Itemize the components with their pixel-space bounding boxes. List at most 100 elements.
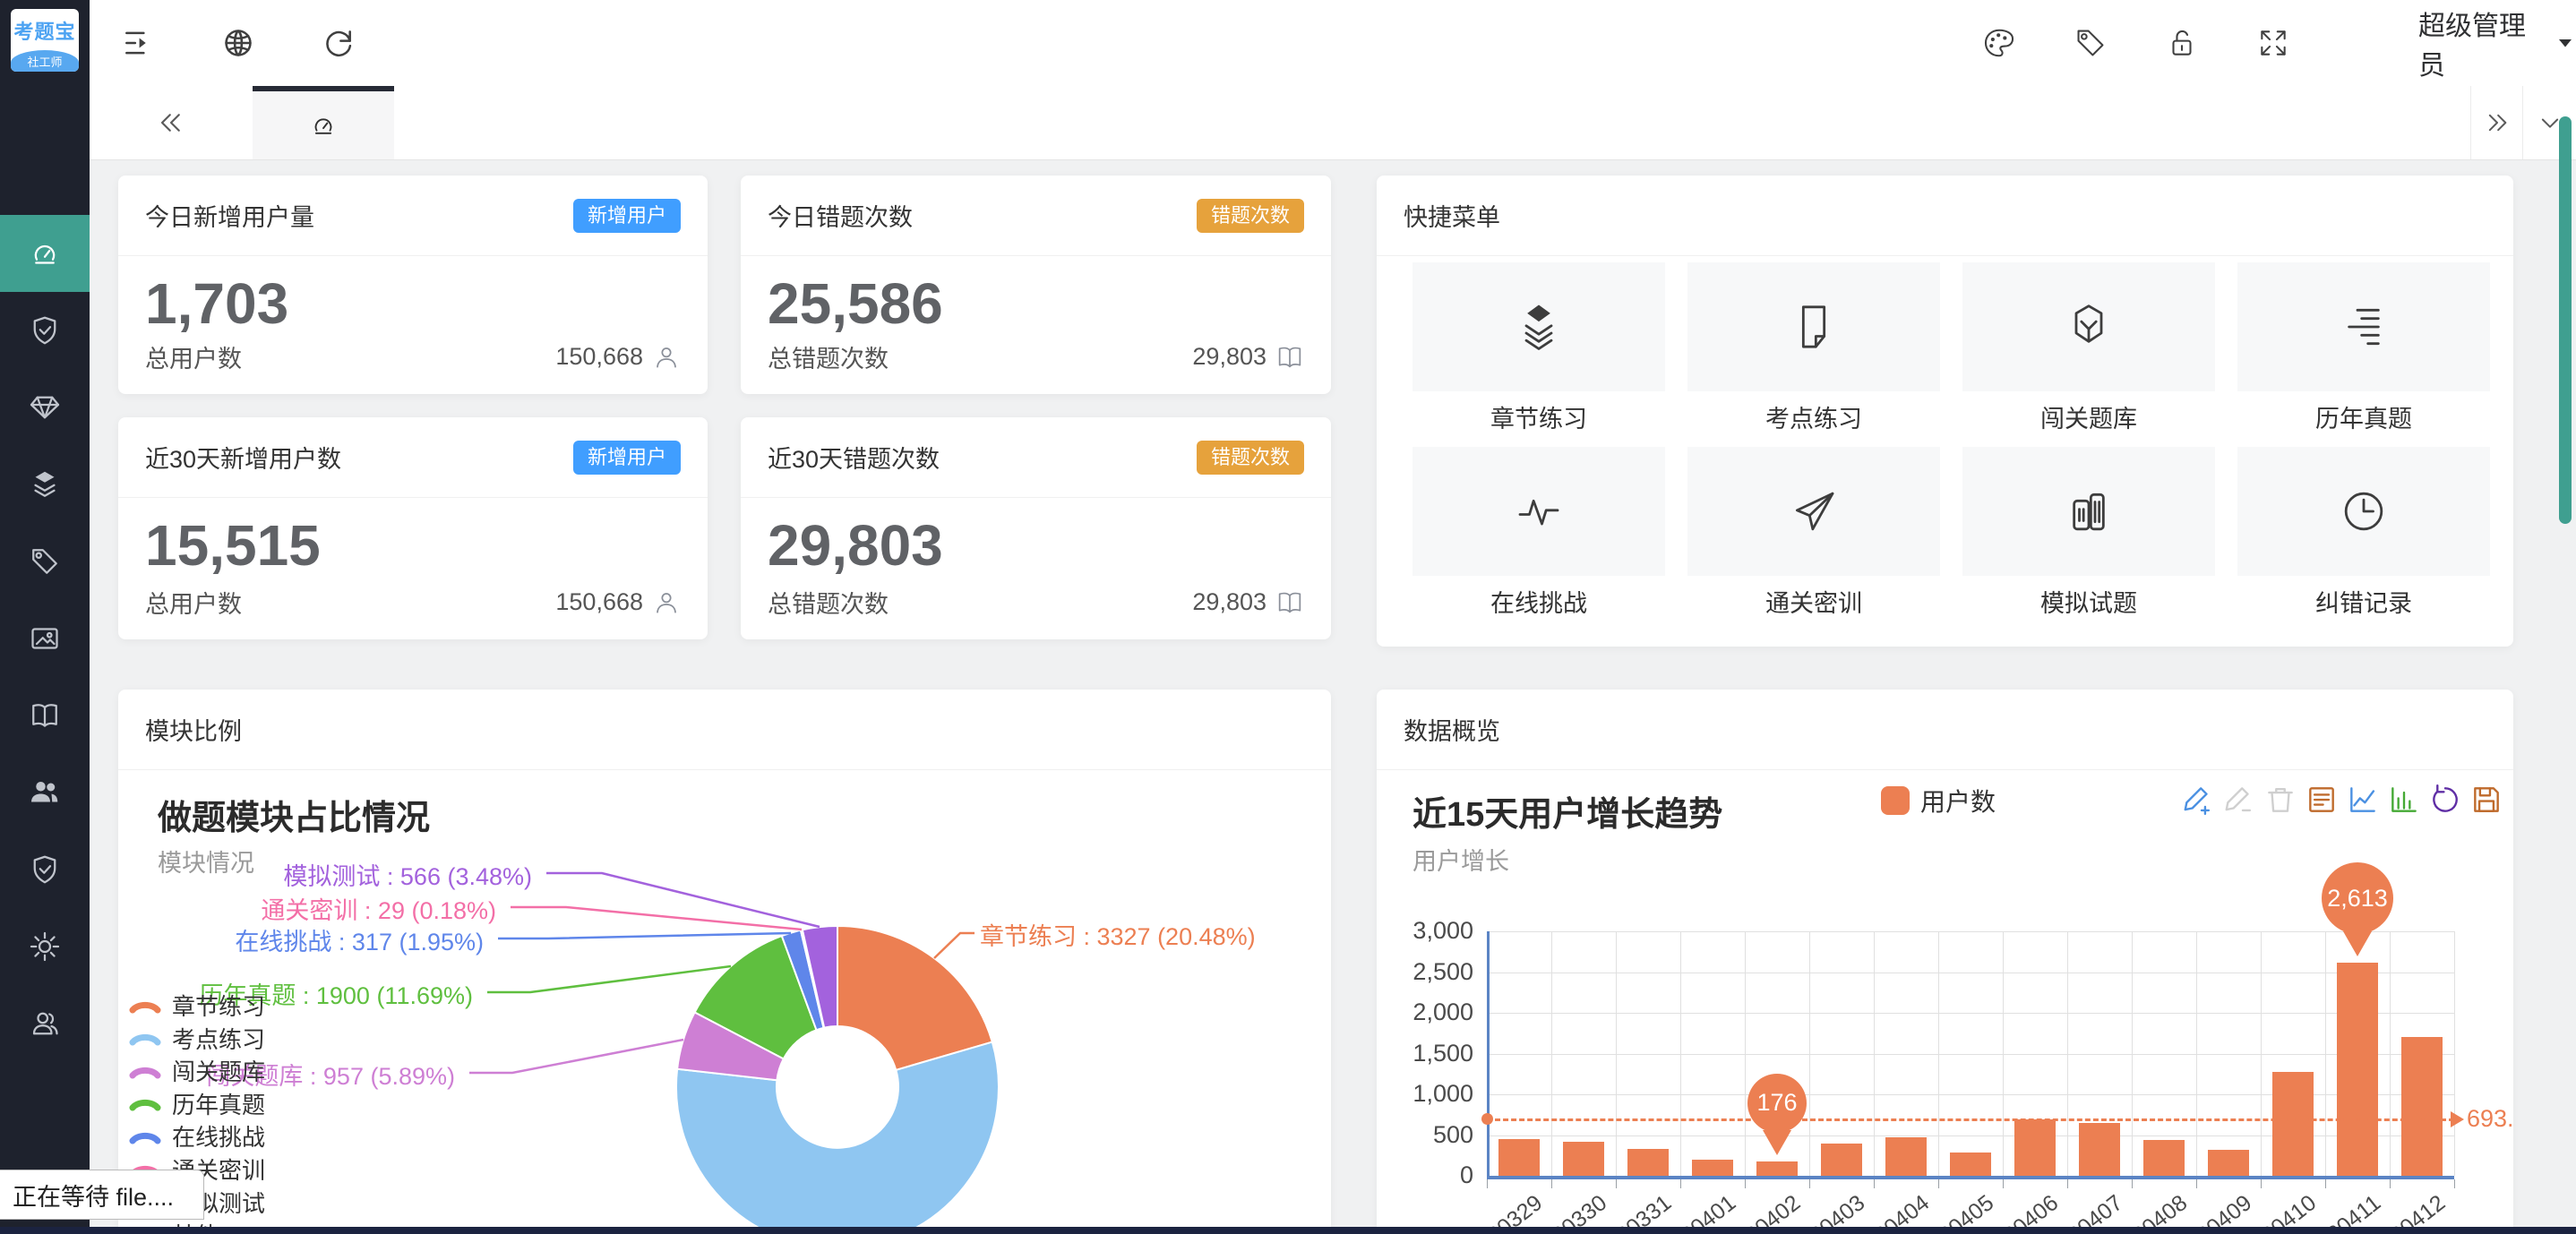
quick-tile-通关密训[interactable] [1687,447,1940,576]
sidebar-item-roles[interactable] [0,831,90,908]
sidebar-item-membership[interactable] [0,369,90,446]
module-card-title: 模块比例 [145,712,242,747]
gear-icon [29,930,61,963]
y-tick-label: 500 [1384,1121,1473,1149]
collapse-menu-icon [121,26,155,60]
module-ratio-card: 模块比例 做题模块占比情况 模块情况 章节练习 : 3327 (20.48%)模… [118,690,1331,1234]
stat-card-header: 今日错题次数错题次数 [741,176,1331,256]
chevrons-left-icon[interactable] [90,86,253,159]
clear-marks-icon [2263,783,2297,817]
toolbar-pencil-add-icon[interactable] [2181,783,2217,818]
bar-20230329 [1498,1139,1540,1176]
quick-tile-考点练习[interactable] [1687,262,1940,391]
text-lines-icon [2339,302,2389,352]
pie-legend-考点练习[interactable]: 考点练习 [129,1022,265,1055]
sidebar-item-courses[interactable] [0,446,90,523]
toolbar-data-view-icon[interactable] [2305,783,2340,818]
quick-tile-label: 章节练习 [1413,399,1665,434]
average-line-dot [1481,1113,1493,1125]
quick-tile-章节练习[interactable] [1413,262,1665,391]
quick-tile-label: 模拟试题 [1962,584,2215,619]
toolbar-pencil-remove-icon[interactable] [2222,783,2258,818]
quick-tile-历年真题[interactable] [2237,262,2490,391]
bar-20230409 [2208,1150,2249,1176]
x-axis-tick [2454,1179,2455,1188]
sidebar-item-library[interactable] [0,677,90,754]
gridline-h [1487,1013,2454,1014]
sidebar-item-dashboard[interactable] [0,215,90,292]
legend-arc-swatch [129,998,161,1014]
sidebar-item-accounts[interactable] [0,985,90,1062]
quick-tile-label: 通关密训 [1687,584,1940,619]
sidebar-item-users[interactable] [0,754,90,831]
pie-legend-在线挑战[interactable]: 在线挑战 [129,1119,265,1153]
stat-card-footer: 总用户数150,668 [145,339,681,374]
sidebar-item-labels[interactable] [0,523,90,600]
quick-tile-纠错记录[interactable] [2237,447,2490,576]
tab-dashboard[interactable] [253,86,394,159]
stat-footer-total: 29,803 [1192,588,1304,617]
status-text: 正在等待 file.... [13,1178,174,1213]
quick-tile-模拟试题[interactable] [1962,447,2215,576]
topbar: 超级管理员 [90,0,2576,87]
stat-footer-label: 总用户数 [145,585,242,620]
toolbar-clear-marks-icon[interactable] [2263,783,2299,818]
user-menu[interactable]: 超级管理员 [2418,0,2576,86]
unlock-icon[interactable] [2164,25,2200,61]
gridline-v [2196,931,2197,1176]
palette-icon [1982,26,2016,60]
stat-footer-total: 150,668 [555,588,681,617]
sidebar-item-banners[interactable] [0,600,90,677]
gem-box-icon [2064,302,2114,352]
dashboard-icon [310,112,337,139]
pie-callout-在线挑战: 在线挑战 : 317 (1.95%) [235,922,484,957]
bar-20230410 [2272,1072,2314,1176]
stat-card-value: 15,515 [145,512,321,578]
data-overview-card: 数据概览 近15天用户增长趋势 用户增长 用户数 3,0002,5002,000… [1377,690,2513,1234]
gridline-v [1745,931,1746,1176]
stat-footer-label: 总错题次数 [768,585,889,620]
toolbar-restore-icon[interactable] [2428,783,2464,818]
toolbar-save-icon[interactable] [2469,783,2505,818]
legend-label: 在线挑战 [172,1119,265,1153]
quick-tile-label: 闯关题库 [1962,399,2215,434]
user-icon [652,588,681,617]
bar-20230402 [1756,1161,1798,1176]
pie-legend-闯关题库[interactable]: 闯关题库 [129,1054,265,1087]
sidebar: 考题宝 社工师 [0,0,90,1234]
quick-tile-在线挑战[interactable] [1413,447,1665,576]
bar-chart-title: 近15天用户增长趋势 [1413,786,1722,836]
layers-icon [29,468,61,501]
fullscreen-icon[interactable] [2255,25,2291,61]
chevrons-right-icon[interactable] [2470,86,2523,159]
dashboard-icon [29,237,61,270]
quick-tile-闯关题库[interactable] [1962,262,2215,391]
stat-card-value: 29,803 [768,512,943,578]
sidebar-item-shield-check[interactable] [0,292,90,369]
gridline-v [1680,931,1681,1176]
toolbar-bar-chart-icon[interactable] [2387,783,2423,818]
bar-20230403 [1821,1144,1862,1176]
chevrons-left-icon [158,109,185,136]
stat-footer-value: 150,668 [555,343,643,371]
palette-icon[interactable] [1981,25,2017,61]
bar-20230407 [2079,1123,2120,1176]
collapse-menu-icon[interactable] [120,25,156,61]
gridline-v [1616,931,1617,1176]
toolbar-line-chart-icon[interactable] [2346,783,2382,818]
page-scrollbar[interactable] [2559,116,2572,524]
globe-icon[interactable] [220,25,256,61]
unlock-icon [2165,26,2199,60]
bar-legend-item[interactable]: 用户数 [1881,783,1996,818]
tag-icon[interactable] [2073,25,2108,61]
 [652,588,681,617]
sidebar-item-settings[interactable] [0,908,90,985]
pencil-remove-icon [2222,783,2256,817]
refresh-icon[interactable] [321,25,356,61]
x-axis-tick [2067,1179,2068,1188]
app-logo[interactable]: 考题宝 社工师 [11,9,79,72]
x-axis-tick [1680,1179,1681,1188]
pie-legend-历年真题[interactable]: 历年真题 [129,1087,265,1120]
pie-legend-章节练习[interactable]: 章节练习 [129,989,265,1022]
stack-icon [1514,302,1564,352]
